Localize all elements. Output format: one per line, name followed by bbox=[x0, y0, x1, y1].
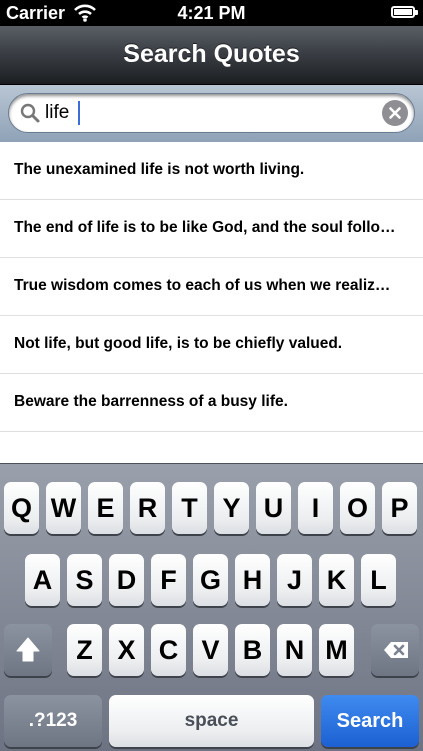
delete-icon bbox=[384, 642, 408, 658]
clear-icon bbox=[389, 107, 401, 119]
key-q[interactable]: Q bbox=[4, 482, 39, 534]
key-c[interactable]: C bbox=[151, 624, 186, 676]
key-b[interactable]: B bbox=[235, 624, 270, 676]
list-item[interactable]: Beware the barrenness of a busy life. bbox=[0, 374, 423, 432]
key-r[interactable]: R bbox=[130, 482, 165, 534]
key-w[interactable]: W bbox=[46, 482, 81, 534]
quote-text: Beware the barrenness of a busy life. bbox=[14, 393, 288, 410]
list-item[interactable]: Not life, but good life, is to be chiefl… bbox=[0, 316, 423, 374]
key-p[interactable]: P bbox=[382, 482, 417, 534]
key-o[interactable]: O bbox=[340, 482, 375, 534]
results-list: The unexamined life is not worth living.… bbox=[0, 142, 423, 463]
status-bar: Carrier 4:21 PM bbox=[0, 0, 423, 26]
key-g[interactable]: G bbox=[193, 554, 228, 606]
keyboard: Q W E R T Y U I O P A S D F G H J K L Z … bbox=[0, 463, 423, 751]
delete-key[interactable] bbox=[371, 624, 419, 676]
search-bar bbox=[0, 85, 423, 143]
shift-key[interactable] bbox=[4, 624, 52, 676]
search-key[interactable]: Search bbox=[321, 695, 419, 747]
list-item[interactable]: The end of life is to be like God, and t… bbox=[0, 200, 423, 258]
list-item[interactable]: True wisdom comes to each of us when we … bbox=[0, 258, 423, 316]
battery-icon bbox=[391, 6, 418, 18]
search-field[interactable] bbox=[8, 93, 415, 133]
list-item[interactable]: The unexamined life is not worth living. bbox=[0, 142, 423, 200]
key-u[interactable]: U bbox=[256, 482, 291, 534]
key-k[interactable]: K bbox=[319, 554, 354, 606]
quote-text: The end of life is to be like God, and t… bbox=[14, 219, 396, 236]
quote-text: The unexamined life is not worth living. bbox=[14, 161, 305, 178]
clear-button[interactable] bbox=[382, 100, 408, 126]
text-caret bbox=[78, 101, 80, 125]
key-t[interactable]: T bbox=[172, 482, 207, 534]
key-y[interactable]: Y bbox=[214, 482, 249, 534]
key-z[interactable]: Z bbox=[67, 624, 102, 676]
quote-text: Not life, but good life, is to be chiefl… bbox=[14, 335, 343, 352]
shift-icon bbox=[16, 637, 40, 662]
page-title: Search Quotes bbox=[123, 40, 300, 68]
key-v[interactable]: V bbox=[193, 624, 228, 676]
key-d[interactable]: D bbox=[109, 554, 144, 606]
key-h[interactable]: H bbox=[235, 554, 270, 606]
key-l[interactable]: L bbox=[361, 554, 396, 606]
key-j[interactable]: J bbox=[277, 554, 312, 606]
navigation-bar: Search Quotes bbox=[0, 26, 423, 85]
search-icon bbox=[20, 103, 40, 123]
numbers-key[interactable]: .?123 bbox=[4, 695, 102, 747]
space-key[interactable]: space bbox=[109, 695, 314, 747]
key-n[interactable]: N bbox=[277, 624, 312, 676]
key-m[interactable]: M bbox=[319, 624, 354, 676]
key-e[interactable]: E bbox=[88, 482, 123, 534]
search-input[interactable] bbox=[45, 100, 365, 126]
clock: 4:21 PM bbox=[177, 3, 246, 23]
key-s[interactable]: S bbox=[67, 554, 102, 606]
key-f[interactable]: F bbox=[151, 554, 186, 606]
key-x[interactable]: X bbox=[109, 624, 144, 676]
quote-text: True wisdom comes to each of us when we … bbox=[14, 277, 391, 294]
key-a[interactable]: A bbox=[25, 554, 60, 606]
key-i[interactable]: I bbox=[298, 482, 333, 534]
